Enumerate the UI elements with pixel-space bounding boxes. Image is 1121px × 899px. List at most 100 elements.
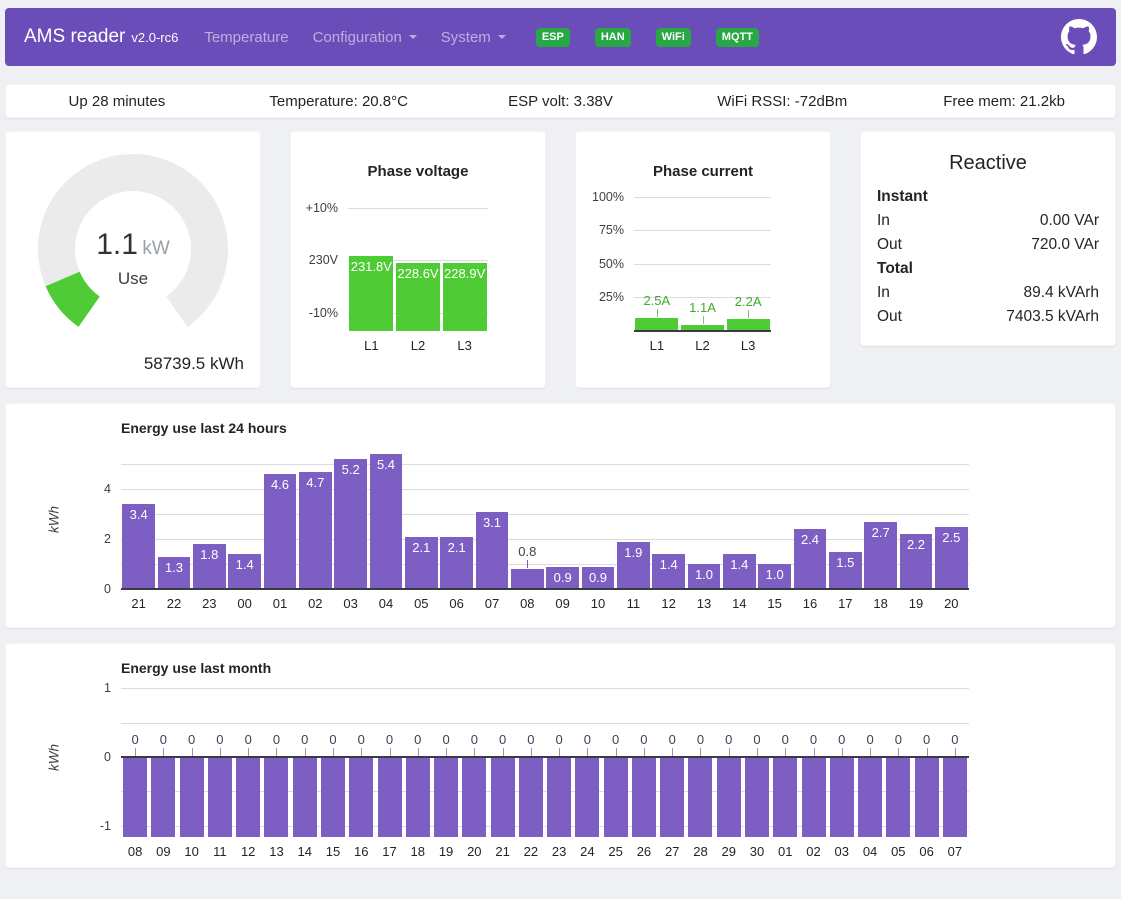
- zero-bar: [462, 835, 486, 837]
- label-connector: [192, 748, 193, 756]
- bar: [123, 757, 147, 837]
- power-gauge: 1.1 kW Use: [33, 152, 233, 332]
- gridline: [121, 723, 969, 724]
- bar: [802, 757, 826, 837]
- reactive-row-value: 720.0 VAr: [1031, 233, 1099, 257]
- value-label: 5.2: [334, 462, 367, 477]
- gauge-value: 1.1: [96, 228, 138, 261]
- label-connector: [616, 748, 617, 756]
- bar: [547, 757, 571, 837]
- reactive-section-total: Total: [877, 257, 1099, 281]
- energy-month-chart: 10-1008009010011012013014015016017018019…: [6, 644, 1115, 867]
- value-label: 2.2: [900, 537, 933, 552]
- value-label: 1.5: [829, 555, 862, 570]
- x-tick-label: 22: [517, 844, 545, 859]
- value-label: 0: [930, 732, 980, 747]
- x-tick-label: 25: [602, 844, 630, 859]
- x-tick-label: L3: [441, 338, 488, 353]
- label-connector: [220, 748, 221, 756]
- nav-configuration[interactable]: Configuration: [301, 21, 429, 54]
- bar: [745, 757, 769, 837]
- gridline: [121, 464, 969, 465]
- reactive-row-label: Total: [877, 257, 913, 281]
- x-tick-label: 21: [488, 844, 516, 859]
- y-tick-label: 100%: [572, 189, 624, 205]
- reactive-row-total-in: In 89.4 kVArh: [877, 281, 1099, 305]
- x-tick-label: L3: [725, 338, 771, 353]
- x-tick-label: 06: [439, 596, 474, 611]
- value-label: 0.9: [582, 570, 615, 585]
- x-tick-label: 12: [651, 596, 686, 611]
- status-badge-wifi: WiFi: [656, 28, 691, 47]
- value-label: 0.8: [502, 544, 552, 559]
- label-connector: [446, 748, 447, 756]
- x-tick-label: 20: [934, 596, 969, 611]
- x-tick-label: 19: [898, 596, 933, 611]
- app-brand[interactable]: AMS reader v2.0-rc6: [24, 26, 178, 48]
- zero-bar: [802, 835, 826, 837]
- x-tick-label: 09: [149, 844, 177, 859]
- reactive-row-value: 0.00 VAr: [1040, 209, 1099, 233]
- y-tick-label: 75%: [572, 222, 624, 238]
- reactive-row-value: 89.4 kVArh: [1023, 281, 1099, 305]
- x-tick-label: 23: [545, 844, 573, 859]
- status-badge-esp: ESP: [536, 28, 570, 47]
- label-connector: [955, 748, 956, 756]
- label-connector: [248, 748, 249, 756]
- status-bar: Up 28 minutes Temperature: 20.8°C ESP vo…: [5, 84, 1116, 118]
- reactive-row-label: Out: [877, 305, 902, 329]
- bar: [208, 757, 232, 837]
- label-connector: [390, 748, 391, 756]
- zero-bar: [688, 835, 712, 837]
- label-connector: [527, 560, 528, 568]
- page: AMS reader v2.0-rc6 Temperature Configur…: [0, 0, 1121, 899]
- axis-line: [121, 756, 969, 758]
- gridline: [121, 514, 969, 515]
- label-connector: [657, 309, 658, 317]
- nav-links: Temperature Configuration System: [192, 21, 517, 54]
- zero-bar: [236, 835, 260, 837]
- value-label: 1.9: [617, 545, 650, 560]
- value-label: 2.1: [405, 540, 438, 555]
- y-tick-label: 4: [59, 481, 111, 497]
- value-label: 1.4: [652, 557, 685, 572]
- bar: [406, 757, 430, 837]
- x-tick-label: 28: [686, 844, 714, 859]
- zero-bar: [632, 835, 656, 837]
- x-tick-label: 15: [319, 844, 347, 859]
- x-tick-label: 26: [630, 844, 658, 859]
- bar: [632, 757, 656, 837]
- label-connector: [418, 748, 419, 756]
- zero-bar: [151, 835, 175, 837]
- github-link[interactable]: [1061, 19, 1097, 55]
- label-connector: [842, 748, 843, 756]
- axis-line: [121, 588, 969, 590]
- bar: [511, 569, 544, 589]
- value-label: 1.8: [193, 547, 226, 562]
- x-tick-label: 08: [121, 844, 149, 859]
- x-tick-label: 15: [757, 596, 792, 611]
- value-label: 2.5A: [632, 293, 682, 308]
- reactive-row-instant-in: In 0.00 VAr: [877, 209, 1099, 233]
- x-tick-label: 03: [828, 844, 856, 859]
- phase-voltage-card: Phase voltage +10%230V-10%231.8VL1228.6V…: [290, 131, 546, 388]
- x-tick-label: 03: [333, 596, 368, 611]
- x-tick-label: 01: [771, 844, 799, 859]
- reactive-row-label: In: [877, 281, 890, 305]
- x-tick-label: 14: [722, 596, 757, 611]
- bar: [604, 757, 628, 837]
- bar: [462, 757, 486, 837]
- x-tick-label: L1: [348, 338, 395, 353]
- y-tick-label: +10%: [286, 200, 338, 216]
- status-badge-han: HAN: [595, 28, 631, 47]
- value-label: 2.2A: [723, 294, 773, 309]
- energy-24h-chart: 0243.4211.3221.8231.4004.6014.7025.2035.…: [6, 404, 1115, 627]
- x-tick-label: 10: [178, 844, 206, 859]
- value-label: 2.5: [935, 530, 968, 545]
- nav-system[interactable]: System: [429, 21, 518, 54]
- value-label: 4.6: [264, 477, 297, 492]
- x-tick-label: L1: [634, 338, 680, 353]
- nav-temperature[interactable]: Temperature: [192, 21, 300, 54]
- chevron-down-icon: [498, 35, 506, 39]
- x-tick-label: 29: [715, 844, 743, 859]
